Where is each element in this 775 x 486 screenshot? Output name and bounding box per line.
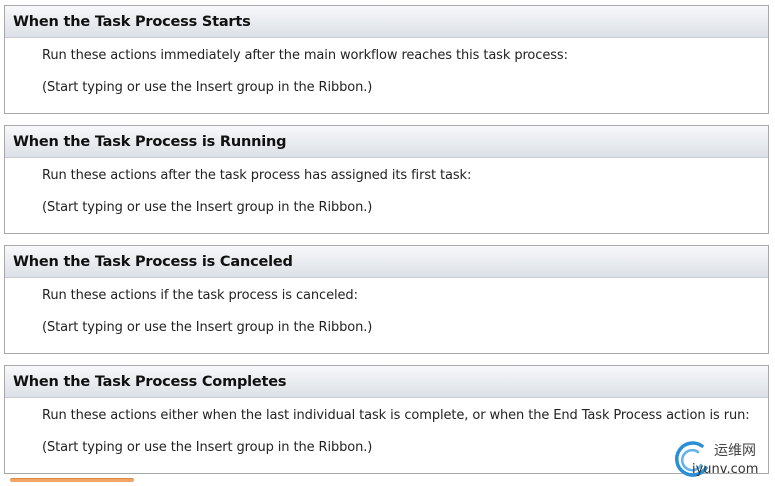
section-header: When the Task Process is Canceled	[5, 246, 768, 278]
watermark-top-text: 运维网	[714, 443, 756, 459]
section-header: When the Task Process Completes	[5, 366, 768, 398]
section-title: When the Task Process is Running	[13, 133, 287, 150]
section-task-process-running: When the Task Process is Running Run the…	[4, 125, 769, 234]
section-task-process-completes: When the Task Process Completes Run thes…	[4, 365, 769, 474]
section-description: Run these actions if the task process is…	[42, 288, 358, 303]
watermark-bottom-text: iyunv.com	[692, 462, 759, 477]
section-header: When the Task Process is Running	[5, 126, 768, 158]
section-header: When the Task Process Starts	[5, 6, 768, 38]
section-description: Run these actions after the task process…	[42, 168, 472, 183]
section-title: When the Task Process is Canceled	[13, 253, 293, 270]
section-description: Run these actions either when the last i…	[42, 408, 750, 423]
watermark: 运维网 iyunv.com	[672, 438, 772, 482]
horizontal-scrollbar-thumb[interactable]	[10, 478, 134, 482]
section-description: Run these actions immediately after the …	[42, 48, 568, 63]
actions-placeholder-input[interactable]: (Start typing or use the Insert group in…	[42, 320, 372, 335]
section-title: When the Task Process Starts	[13, 13, 251, 30]
actions-placeholder-input[interactable]: (Start typing or use the Insert group in…	[42, 200, 372, 215]
section-task-process-canceled: When the Task Process is Canceled Run th…	[4, 245, 769, 354]
actions-placeholder-input[interactable]: (Start typing or use the Insert group in…	[42, 80, 372, 95]
section-task-process-starts: When the Task Process Starts Run these a…	[4, 5, 769, 114]
actions-placeholder-input[interactable]: (Start typing or use the Insert group in…	[42, 440, 372, 455]
section-title: When the Task Process Completes	[13, 373, 287, 390]
